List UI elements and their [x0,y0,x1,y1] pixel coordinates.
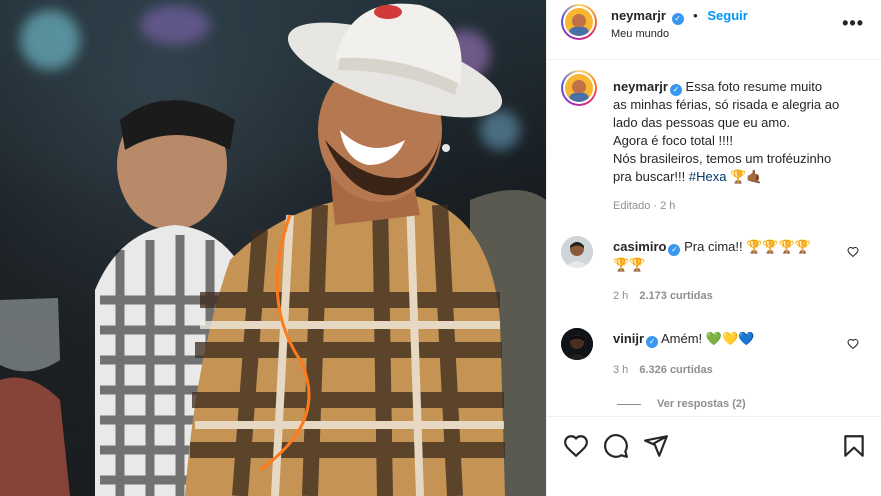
verified-icon: ✓ [671,13,684,25]
separator-dot: · [653,200,658,212]
view-replies-label: Ver respostas (2) [657,398,746,410]
replies-divider [617,403,641,405]
caption-line: Agora é foco total !!!! [613,133,733,148]
earring [442,144,450,152]
bookmark-icon[interactable] [841,433,867,459]
hashtag-link[interactable]: #Hexa [689,169,727,184]
caption-line: Nós brasileiros, temos um troféuzinho [613,151,832,166]
caption-line: Essa foto resume muito [685,79,823,94]
comment-time[interactable]: 2 h [613,290,628,302]
hand [0,377,70,496]
comment-username[interactable]: vinijr [613,331,644,346]
avatar-image [561,328,593,360]
comment-line: Pra cima!! 🏆🏆🏆🏆 [684,239,811,254]
comment-item: vinijr ✓ Amém! 💚💛💙 3 h 6.326 curtidas [561,328,869,388]
verified-icon: ✓ [669,84,682,96]
glass [0,298,60,372]
avatar[interactable] [561,236,593,268]
header-name-row: neymarjr ✓ • Seguir [611,8,748,25]
caption-line: pra buscar!!! [613,169,686,184]
avatar[interactable] [561,70,597,106]
heart-icon[interactable] [847,338,859,350]
verified-icon: ✓ [646,336,659,348]
more-icon[interactable]: ••• [842,13,864,34]
caption-username[interactable]: neymarjr [613,79,668,94]
follow-button[interactable]: Seguir [707,8,747,23]
comment-likes[interactable]: 2.173 curtidas [639,290,712,302]
comment-text: casimiro ✓ Pra cima!! 🏆🏆🏆🏆 🏆🏆 [613,238,851,274]
avatar-image [561,236,593,268]
username-link[interactable]: neymarjr [611,8,666,23]
caption-meta: Editado · 2 h [613,200,675,212]
heart-icon[interactable] [563,433,589,459]
caption-emoji: 🏆🤙🏾 [730,169,763,184]
avatar-image [565,8,593,36]
comment-likes[interactable]: 6.326 curtidas [639,364,712,376]
comment-line: 🏆🏆 [613,257,646,272]
caption-text: neymarjr ✓ Essa foto resume muito as minh… [613,78,851,186]
comment-icon[interactable] [603,433,629,459]
hat-lips-logo [374,5,402,19]
caption-time[interactable]: 2 h [660,200,675,212]
avatar-image [565,74,593,102]
post-header: neymarjr ✓ • Seguir Meu mundo ••• [547,0,881,60]
caption: neymarjr ✓ Essa foto resume muito as minh… [561,70,869,220]
comment-meta: 2 h 2.173 curtidas [613,290,713,302]
edited-label: Editado [613,200,651,212]
caption-line: lado das pessoas que eu amo. [613,115,791,130]
avatar[interactable] [561,328,593,360]
comment-meta: 3 h 6.326 curtidas [613,364,713,376]
separator-dot: • [693,8,698,23]
post-photo[interactable] [0,0,546,496]
comment-username[interactable]: casimiro [613,239,666,254]
comment-text: vinijr ✓ Amém! 💚💛💙 [613,330,851,348]
avatar[interactable] [561,4,597,40]
comment-item: casimiro ✓ Pra cima!! 🏆🏆🏆🏆 🏆🏆 2 h 2.173 c… [561,236,869,316]
comment-line: Amém! 💚💛💙 [660,331,755,346]
photo-illustration [0,3,546,496]
view-replies-button[interactable]: Ver respostas (2) [617,398,746,410]
share-icon[interactable] [643,433,669,459]
action-bar [547,416,881,496]
post-side-panel: neymarjr ✓ • Seguir Meu mundo ••• neymar… [546,0,881,496]
verified-icon: ✓ [668,244,681,256]
more-options-button: ••• [842,13,864,33]
comment-time[interactable]: 3 h [613,364,628,376]
location-link[interactable]: Meu mundo [611,28,669,40]
caption-line: as minhas férias, só risada e alegria ao [613,97,840,112]
heart-icon[interactable] [847,246,859,258]
